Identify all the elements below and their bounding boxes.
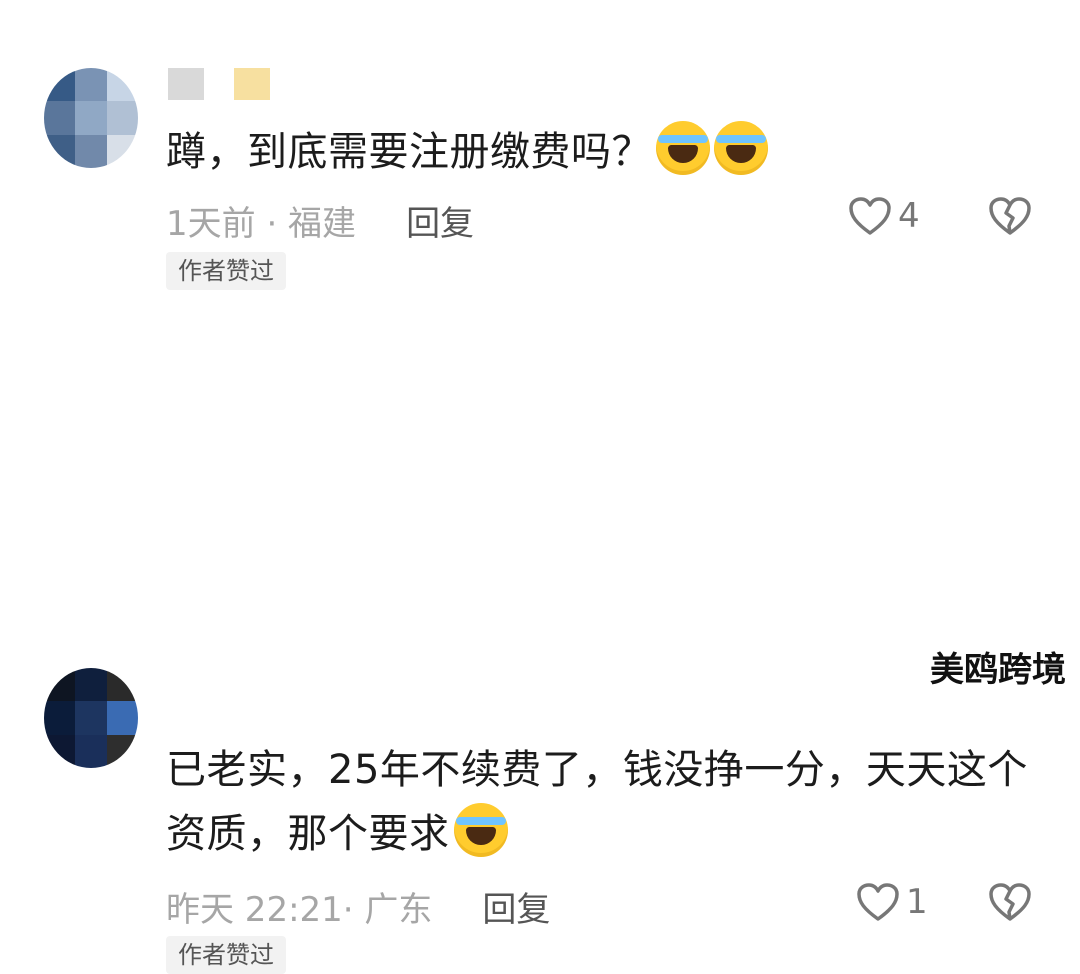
avatar-pixel xyxy=(44,701,76,735)
avatar-pixel xyxy=(106,68,138,102)
comment-text-line2: 资质，那个要求 xyxy=(166,811,450,857)
username-redacted[interactable] xyxy=(168,68,270,100)
avatar-pixel xyxy=(75,68,107,102)
avatar-pixel xyxy=(106,101,138,135)
comment-item: 已老实，25年不续费了，钱没挣一分，天天这个 资质，那个要求 昨天 22:21·… xyxy=(0,330,1080,974)
avatar-pixel xyxy=(75,701,107,735)
avatar-pixel xyxy=(75,134,107,168)
comment-text-content: 蹲，到底需要注册缴费吗？ xyxy=(166,129,652,175)
avatar-pixel xyxy=(44,68,76,102)
comment-text: 蹲，到底需要注册缴费吗？ xyxy=(166,120,768,184)
like-button[interactable]: 4 xyxy=(848,196,920,236)
avatar-pixel xyxy=(75,101,107,135)
comment-item: 蹲，到底需要注册缴费吗？ 1天前 · 福建 回复 4 作者赞过 xyxy=(0,0,1080,300)
rolling-laughing-emoji xyxy=(656,121,710,175)
redacted-block xyxy=(168,68,204,100)
comment-text: 已老实，25年不续费了，钱没挣一分，天天这个 资质，那个要求 xyxy=(166,738,1028,866)
redacted-block xyxy=(234,68,270,100)
avatar-pixel xyxy=(75,668,107,702)
author-liked-badge: 作者赞过 xyxy=(166,252,286,290)
time-location: 昨天 22:21· 广东 xyxy=(166,890,433,930)
avatar-pixel xyxy=(106,701,138,735)
time-location: 1天前 · 福建 xyxy=(166,204,357,244)
crying-emoji xyxy=(453,803,508,857)
author-liked-badge: 作者赞过 xyxy=(166,936,286,974)
rolling-laughing-emoji xyxy=(714,121,768,175)
avatar-pixel xyxy=(106,668,138,702)
avatar[interactable] xyxy=(44,668,138,768)
avatar-pixel xyxy=(106,134,138,168)
avatar-pixel xyxy=(44,101,76,135)
comment-text-line1: 已老实，25年不续费了，钱没挣一分，天天这个 xyxy=(166,747,1028,793)
reply-button[interactable]: 回复 xyxy=(482,882,550,931)
avatar-pixel xyxy=(44,734,76,768)
avatar-pixel xyxy=(44,134,76,168)
avatar-pixel xyxy=(75,734,107,768)
heart-icon xyxy=(848,196,892,236)
comment-meta: 昨天 22:21· 广东 回复 xyxy=(166,882,550,931)
like-button[interactable]: 1 xyxy=(856,882,928,922)
reply-button[interactable]: 回复 xyxy=(406,196,474,245)
like-count: 4 xyxy=(898,196,920,236)
avatar-pixel xyxy=(106,734,138,768)
like-count: 1 xyxy=(906,882,928,922)
avatar-pixel xyxy=(44,668,76,702)
watermark: 美鸥跨境 xyxy=(930,650,1066,690)
heart-icon xyxy=(856,882,900,922)
comment-meta: 1天前 · 福建 回复 xyxy=(166,196,474,245)
broken-heart-icon[interactable] xyxy=(988,882,1032,922)
avatar[interactable] xyxy=(44,68,138,168)
broken-heart-icon[interactable] xyxy=(988,196,1032,236)
